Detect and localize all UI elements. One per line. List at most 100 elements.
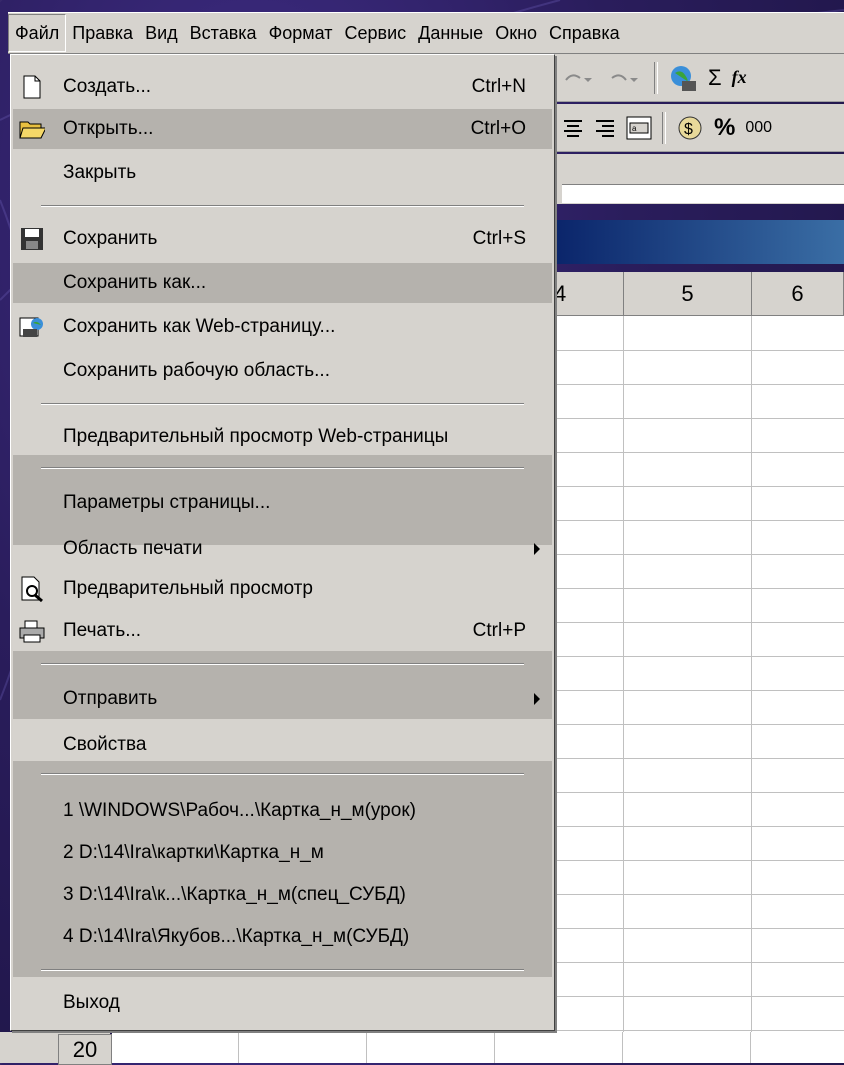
- menu-separator: [41, 205, 524, 207]
- menu-item-label: Предварительный просмотр: [63, 578, 313, 599]
- menu-item-recent-4[interactable]: 4 D:\14\Ira\Якубов...\Картка_н_м(СУБД): [13, 917, 552, 957]
- formatting-toolbar: a $ % 000: [552, 104, 844, 152]
- svg-text:$: $: [684, 121, 693, 138]
- menu-item-properties[interactable]: Свойства: [13, 725, 552, 765]
- grid-line: [552, 486, 844, 487]
- menu-item-page-setup[interactable]: Параметры страницы...: [13, 483, 552, 523]
- menu-view[interactable]: Вид: [139, 15, 184, 51]
- menu-data[interactable]: Данные: [412, 15, 489, 51]
- toolbar-separator: [662, 111, 666, 144]
- menu-item-shortcut: Ctrl+O: [470, 118, 526, 139]
- menu-item-label: Открыть...: [63, 118, 154, 139]
- sum-icon[interactable]: Σ: [708, 65, 722, 91]
- menu-item-label: Сохранить как...: [63, 272, 207, 293]
- menu-item-label: Сохранить как Web-страницу...: [63, 316, 336, 337]
- menu-edit[interactable]: Правка: [66, 15, 139, 51]
- menu-item-close[interactable]: Закрыть: [13, 153, 552, 193]
- menu-item-save-workspace[interactable]: Сохранить рабочую область...: [13, 351, 552, 391]
- menu-item-exit[interactable]: Выход: [13, 983, 552, 1023]
- submenu-arrow-icon: [534, 693, 540, 705]
- grid-line: [552, 690, 844, 691]
- grid-line: [552, 384, 844, 385]
- menu-item-label: Выход: [63, 992, 120, 1013]
- menu-window[interactable]: Окно: [489, 15, 543, 51]
- column-header[interactable]: 6: [752, 272, 844, 316]
- merge-icon[interactable]: a: [626, 116, 652, 140]
- grid-line: [552, 724, 844, 725]
- menu-separator: [41, 403, 524, 405]
- open-folder-icon: [19, 116, 45, 142]
- menu-item-label: Сохранить: [63, 228, 158, 249]
- menu-item-send[interactable]: Отправить: [13, 679, 552, 719]
- menu-item-label: Область печати: [63, 538, 203, 559]
- menu-item-label: Предварительный просмотр Web-страницы: [63, 426, 449, 447]
- menu-insert[interactable]: Вставка: [184, 15, 263, 51]
- menu-item-print-area[interactable]: Область печати: [13, 529, 552, 569]
- worksheet-grid[interactable]: 4 5 6: [552, 272, 844, 1063]
- web-icon[interactable]: [668, 63, 698, 93]
- undo-icon[interactable]: [562, 68, 598, 88]
- menu-item-label: Свойства: [63, 734, 147, 755]
- menu-item-print-preview[interactable]: Предварительный просмотр: [13, 569, 552, 609]
- grid-line: [552, 452, 844, 453]
- menu-help[interactable]: Справка: [543, 15, 626, 51]
- menu-item-save-as[interactable]: Сохранить как...: [13, 263, 552, 303]
- menu-item-recent-3[interactable]: 3 D:\14\Ira\к...\Картка_н_м(спец_СУБД): [13, 875, 552, 915]
- thousands-icon[interactable]: 000: [745, 119, 772, 137]
- menu-tools[interactable]: Сервис: [339, 15, 413, 51]
- currency-icon[interactable]: $: [676, 114, 704, 142]
- row-header[interactable]: 20: [58, 1034, 112, 1065]
- menu-bar: Файл Правка Вид Вставка Формат Сервис Да…: [8, 12, 844, 54]
- menu-item-shortcut: Ctrl+P: [472, 620, 526, 641]
- grid-line: [552, 350, 844, 351]
- function-icon[interactable]: fx: [732, 67, 747, 88]
- svg-text:a: a: [632, 124, 637, 133]
- menu-format[interactable]: Формат: [263, 15, 339, 51]
- grid-line: [552, 520, 844, 521]
- menu-item-label: Закрыть: [63, 162, 137, 183]
- menu-item-recent-2[interactable]: 2 D:\14\Ira\картки\Картка_н_м: [13, 833, 552, 873]
- menu-item-new[interactable]: Создать... Ctrl+N: [13, 67, 552, 107]
- grid-line: [552, 758, 844, 759]
- menu-item-label: 2 D:\14\Ira\картки\Картка_н_м: [63, 842, 324, 863]
- grid-line: [552, 588, 844, 589]
- grid-line: [552, 554, 844, 555]
- menu-item-print[interactable]: Печать... Ctrl+P: [13, 611, 552, 651]
- menu-item-label: Отправить: [63, 688, 158, 709]
- redo-icon[interactable]: [608, 68, 644, 88]
- align-center-icon[interactable]: [562, 118, 584, 138]
- bottom-row-cells[interactable]: [112, 1032, 844, 1063]
- menu-item-label: 1 \WINDOWS\Рабоч...\Картка_н_м(урок): [63, 800, 416, 821]
- percent-icon[interactable]: %: [714, 114, 735, 142]
- formula-input[interactable]: [562, 184, 844, 203]
- menu-item-label: 3 D:\14\Ira\к...\Картка_н_м(спец_СУБД): [63, 884, 406, 905]
- column-header[interactable]: 5: [624, 272, 752, 316]
- new-document-icon: [19, 74, 45, 100]
- menu-item-open[interactable]: Открыть... Ctrl+O: [13, 109, 552, 149]
- menu-file[interactable]: Файл: [8, 14, 67, 52]
- grid-line: [552, 792, 844, 793]
- menu-item-save-as-web[interactable]: Сохранить как Web-страницу...: [13, 307, 552, 347]
- grid-line: [552, 860, 844, 861]
- align-right-icon[interactable]: [594, 118, 616, 138]
- grid-line: [552, 622, 844, 623]
- menu-item-label: Печать...: [63, 620, 142, 641]
- menu-item-web-preview[interactable]: Предварительный просмотр Web-страницы: [13, 417, 552, 457]
- menu-item-label: 4 D:\14\Ira\Якубов...\Картка_н_м(СУБД): [63, 926, 410, 947]
- menu-separator: [41, 467, 524, 469]
- menu-item-recent-1[interactable]: 1 \WINDOWS\Рабоч...\Картка_н_м(урок): [13, 791, 552, 831]
- menu-item-save[interactable]: Сохранить Ctrl+S: [13, 219, 552, 259]
- menu-item-shortcut: Ctrl+N: [471, 76, 526, 97]
- column-header[interactable]: 4: [552, 272, 624, 316]
- grid-line: [750, 1032, 751, 1063]
- grid-line: [552, 1030, 844, 1031]
- standard-toolbar: Σ fx: [552, 54, 844, 102]
- toolbar-separator: [654, 61, 658, 94]
- workbook-title-bar: [552, 220, 844, 264]
- grid-line: [552, 962, 844, 963]
- menu-separator: [41, 663, 524, 665]
- print-preview-icon: [19, 576, 45, 602]
- menu-item-label: Сохранить рабочую область...: [63, 360, 330, 381]
- grid-line: [552, 656, 844, 657]
- grid-line: [238, 1032, 239, 1063]
